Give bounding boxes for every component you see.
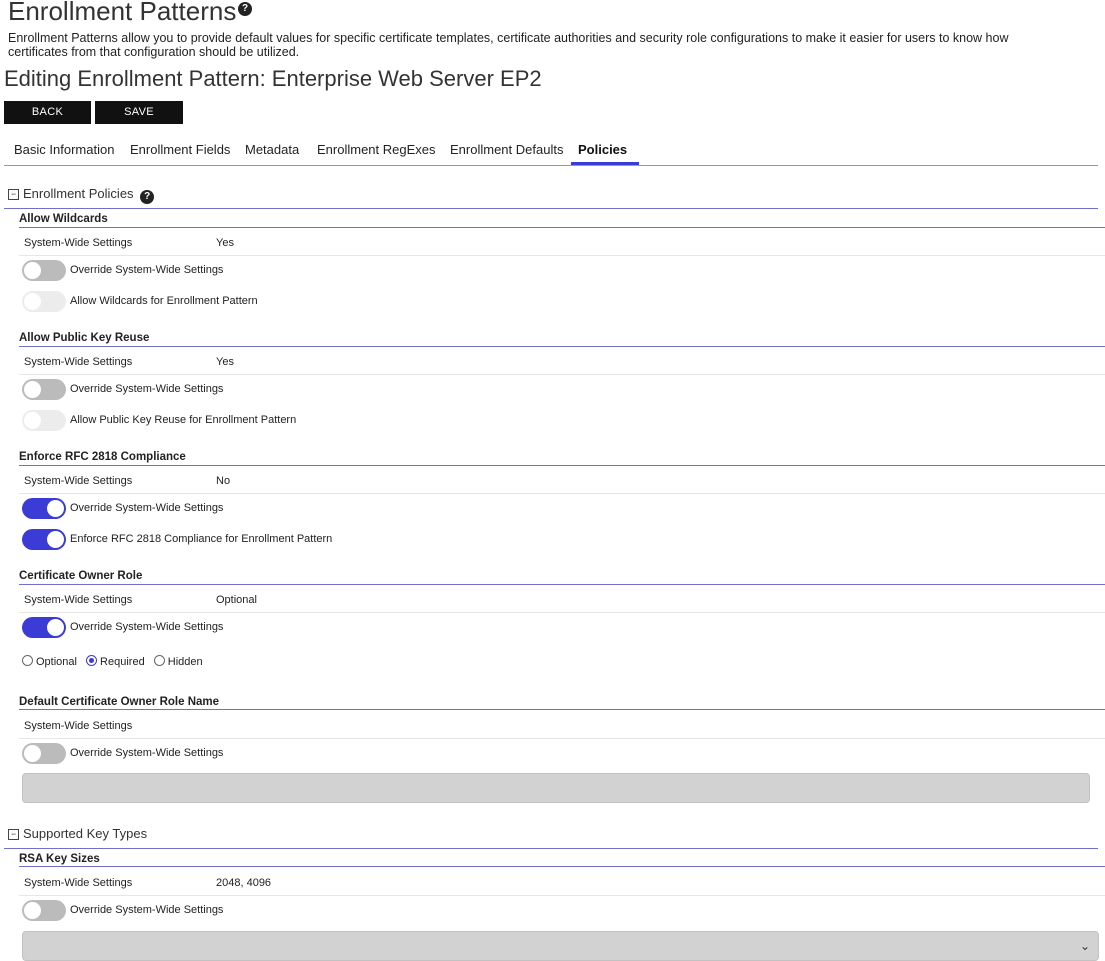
rsa-key-sizes-select[interactable]: ⌄ bbox=[22, 931, 1099, 961]
row-divider bbox=[19, 374, 1105, 375]
rfc2818-title: Enforce RFC 2818 Compliance bbox=[19, 451, 186, 463]
policy-label: Enforce RFC 2818 Compliance for Enrollme… bbox=[70, 533, 333, 545]
group-divider bbox=[19, 346, 1105, 347]
row-divider bbox=[19, 255, 1105, 256]
system-wide-value: Optional bbox=[216, 594, 257, 606]
override-label: Override System-Wide Settings bbox=[70, 502, 224, 514]
row-divider bbox=[19, 612, 1105, 613]
override-toggle-rfc2818[interactable] bbox=[22, 498, 66, 519]
system-wide-value: Yes bbox=[216, 356, 234, 368]
system-wide-label: System-Wide Settings bbox=[24, 594, 133, 606]
owner-role-title: Certificate Owner Role bbox=[19, 570, 143, 582]
system-wide-value: 2048, 4096 bbox=[216, 877, 272, 889]
override-label: Override System-Wide Settings bbox=[70, 747, 224, 759]
section-divider bbox=[4, 208, 1098, 209]
supported-key-types-header[interactable]: − Supported Key Types bbox=[8, 826, 147, 841]
page-title: Enrollment Patterns bbox=[8, 0, 237, 26]
radio-hidden[interactable]: Hidden bbox=[153, 655, 203, 668]
override-label: Override System-Wide Settings bbox=[70, 904, 224, 916]
policy-label: Allow Public Key Reuse for Enrollment Pa… bbox=[70, 414, 297, 426]
row-divider bbox=[19, 493, 1105, 494]
allow-key-reuse-toggle[interactable] bbox=[22, 410, 66, 431]
system-wide-label: System-Wide Settings bbox=[24, 720, 133, 732]
group-divider bbox=[19, 709, 1105, 710]
allow-key-reuse-title: Allow Public Key Reuse bbox=[19, 332, 150, 344]
tab-enrollment-defaults[interactable]: Enrollment Defaults bbox=[450, 142, 563, 157]
allow-wildcards-title: Allow Wildcards bbox=[19, 213, 108, 225]
default-owner-role-name-field[interactable] bbox=[22, 773, 1090, 803]
rsa-key-sizes-title: RSA Key Sizes bbox=[19, 853, 100, 865]
override-toggle-wildcards[interactable] bbox=[22, 260, 66, 281]
collapse-icon[interactable]: − bbox=[8, 189, 19, 200]
back-button[interactable]: BACK bbox=[4, 101, 91, 124]
tab-bar: Basic Information Enrollment Fields Meta… bbox=[4, 138, 1098, 166]
default-owner-role-name-title: Default Certificate Owner Role Name bbox=[19, 696, 220, 708]
allow-wildcards-toggle[interactable] bbox=[22, 291, 66, 312]
row-divider bbox=[19, 895, 1105, 896]
override-toggle-rsa[interactable] bbox=[22, 900, 66, 921]
collapse-icon[interactable]: − bbox=[8, 829, 19, 840]
section-divider bbox=[4, 848, 1098, 849]
enforce-rfc2818-toggle[interactable] bbox=[22, 529, 66, 550]
group-divider bbox=[19, 584, 1105, 585]
chevron-down-icon: ⌄ bbox=[1079, 939, 1090, 953]
row-divider bbox=[19, 738, 1105, 739]
override-toggle-owner-role[interactable] bbox=[22, 617, 66, 638]
group-divider bbox=[19, 227, 1105, 228]
tab-policies[interactable]: Policies bbox=[578, 142, 627, 157]
save-button[interactable]: SAVE bbox=[95, 101, 183, 124]
system-wide-label: System-Wide Settings bbox=[24, 475, 133, 487]
owner-role-options: Optional Required Hidden bbox=[22, 655, 203, 668]
system-wide-label: System-Wide Settings bbox=[24, 356, 133, 368]
editing-subtitle: Editing Enrollment Pattern: Enterprise W… bbox=[4, 66, 542, 91]
override-label: Override System-Wide Settings bbox=[70, 264, 224, 276]
section-title: Enrollment Policies bbox=[23, 186, 134, 201]
group-divider bbox=[19, 866, 1105, 867]
group-divider bbox=[19, 465, 1105, 466]
system-wide-value: No bbox=[216, 475, 231, 487]
override-toggle-default-owner-role[interactable] bbox=[22, 743, 66, 764]
tab-enrollment-fields[interactable]: Enrollment Fields bbox=[130, 142, 230, 157]
help-icon[interactable]: ? bbox=[238, 2, 252, 20]
system-wide-label: System-Wide Settings bbox=[24, 877, 133, 889]
override-toggle-key-reuse[interactable] bbox=[22, 379, 66, 400]
help-icon[interactable]: ? bbox=[140, 190, 155, 204]
override-label: Override System-Wide Settings bbox=[70, 621, 224, 633]
active-tab-indicator bbox=[571, 162, 639, 165]
page-description: Enrollment Patterns allow you to provide… bbox=[8, 31, 1009, 59]
policy-label: Allow Wildcards for Enrollment Pattern bbox=[70, 295, 258, 307]
system-wide-label: System-Wide Settings bbox=[24, 237, 133, 249]
enrollment-policies-header[interactable]: − Enrollment Policies ? bbox=[8, 186, 155, 204]
tab-basic-information[interactable]: Basic Information bbox=[14, 142, 114, 157]
radio-optional[interactable]: Optional bbox=[22, 655, 77, 668]
system-wide-value: Yes bbox=[216, 237, 234, 249]
override-label: Override System-Wide Settings bbox=[70, 383, 224, 395]
radio-required[interactable]: Required bbox=[86, 655, 145, 668]
tab-enrollment-regexes[interactable]: Enrollment RegExes bbox=[317, 142, 436, 157]
tab-metadata[interactable]: Metadata bbox=[245, 142, 299, 157]
section-title: Supported Key Types bbox=[23, 826, 148, 841]
